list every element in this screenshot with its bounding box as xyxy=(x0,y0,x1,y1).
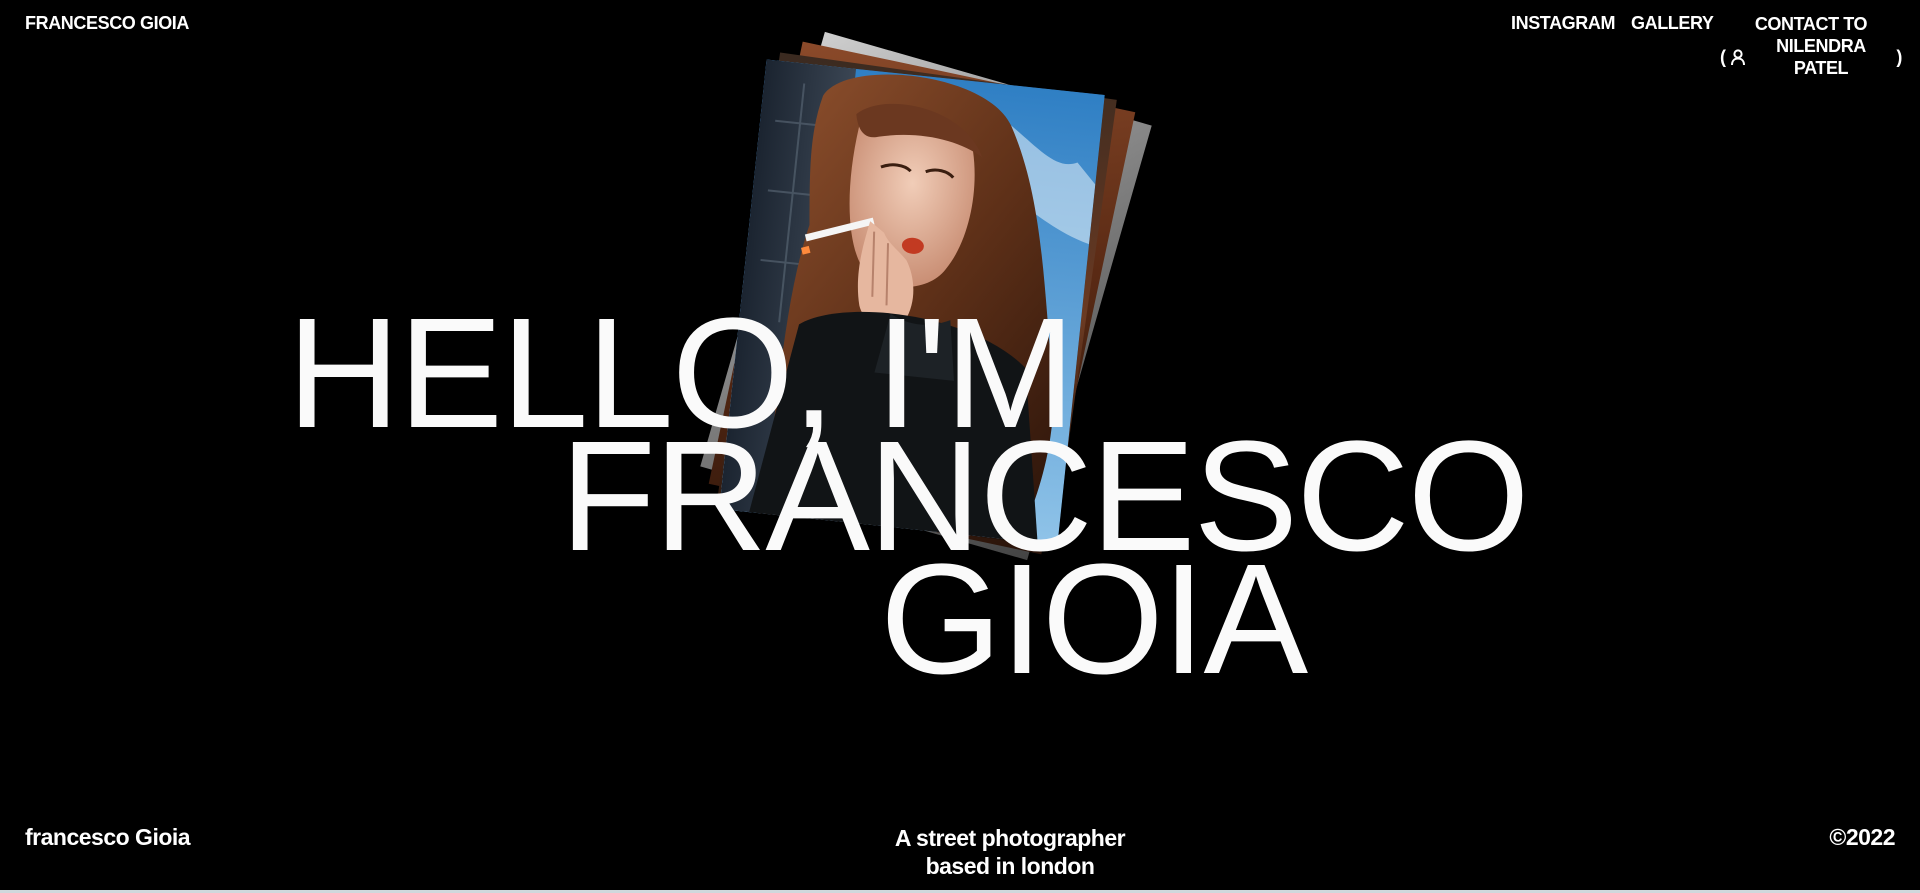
tagline-line-1: A street photographer xyxy=(894,825,1126,851)
footer-name: francesco Gioia xyxy=(25,824,191,850)
contact-name: NILENDRA PATEL xyxy=(1776,36,1866,78)
contact-person: ( NILENDRA PATEL ) xyxy=(1720,35,1902,79)
contact-label: CONTACT TO xyxy=(1754,14,1868,34)
footer-copyright: ©2022 xyxy=(1829,824,1895,850)
landing-page: FRANCESCO GIOIA INSTAGRAM GALLERY CONTAC… xyxy=(0,0,1920,893)
user-icon xyxy=(1730,48,1746,66)
nav-contact-link[interactable]: CONTACT TO ( NILENDRA PATEL ) xyxy=(1720,13,1902,79)
contact-close-paren: ) xyxy=(1896,47,1902,67)
brand-logo[interactable]: FRANCESCO GIOIA xyxy=(25,13,189,34)
tagline-line-2: based in london xyxy=(925,853,1095,879)
hero-title-line-3: GIOIA xyxy=(880,532,1308,707)
nav-instagram-link[interactable]: INSTAGRAM xyxy=(1511,13,1615,34)
footer-tagline: A street photographer based in london xyxy=(860,824,1160,880)
nav-gallery-link[interactable]: GALLERY xyxy=(1631,13,1714,34)
contact-open-paren: ( xyxy=(1720,47,1726,67)
